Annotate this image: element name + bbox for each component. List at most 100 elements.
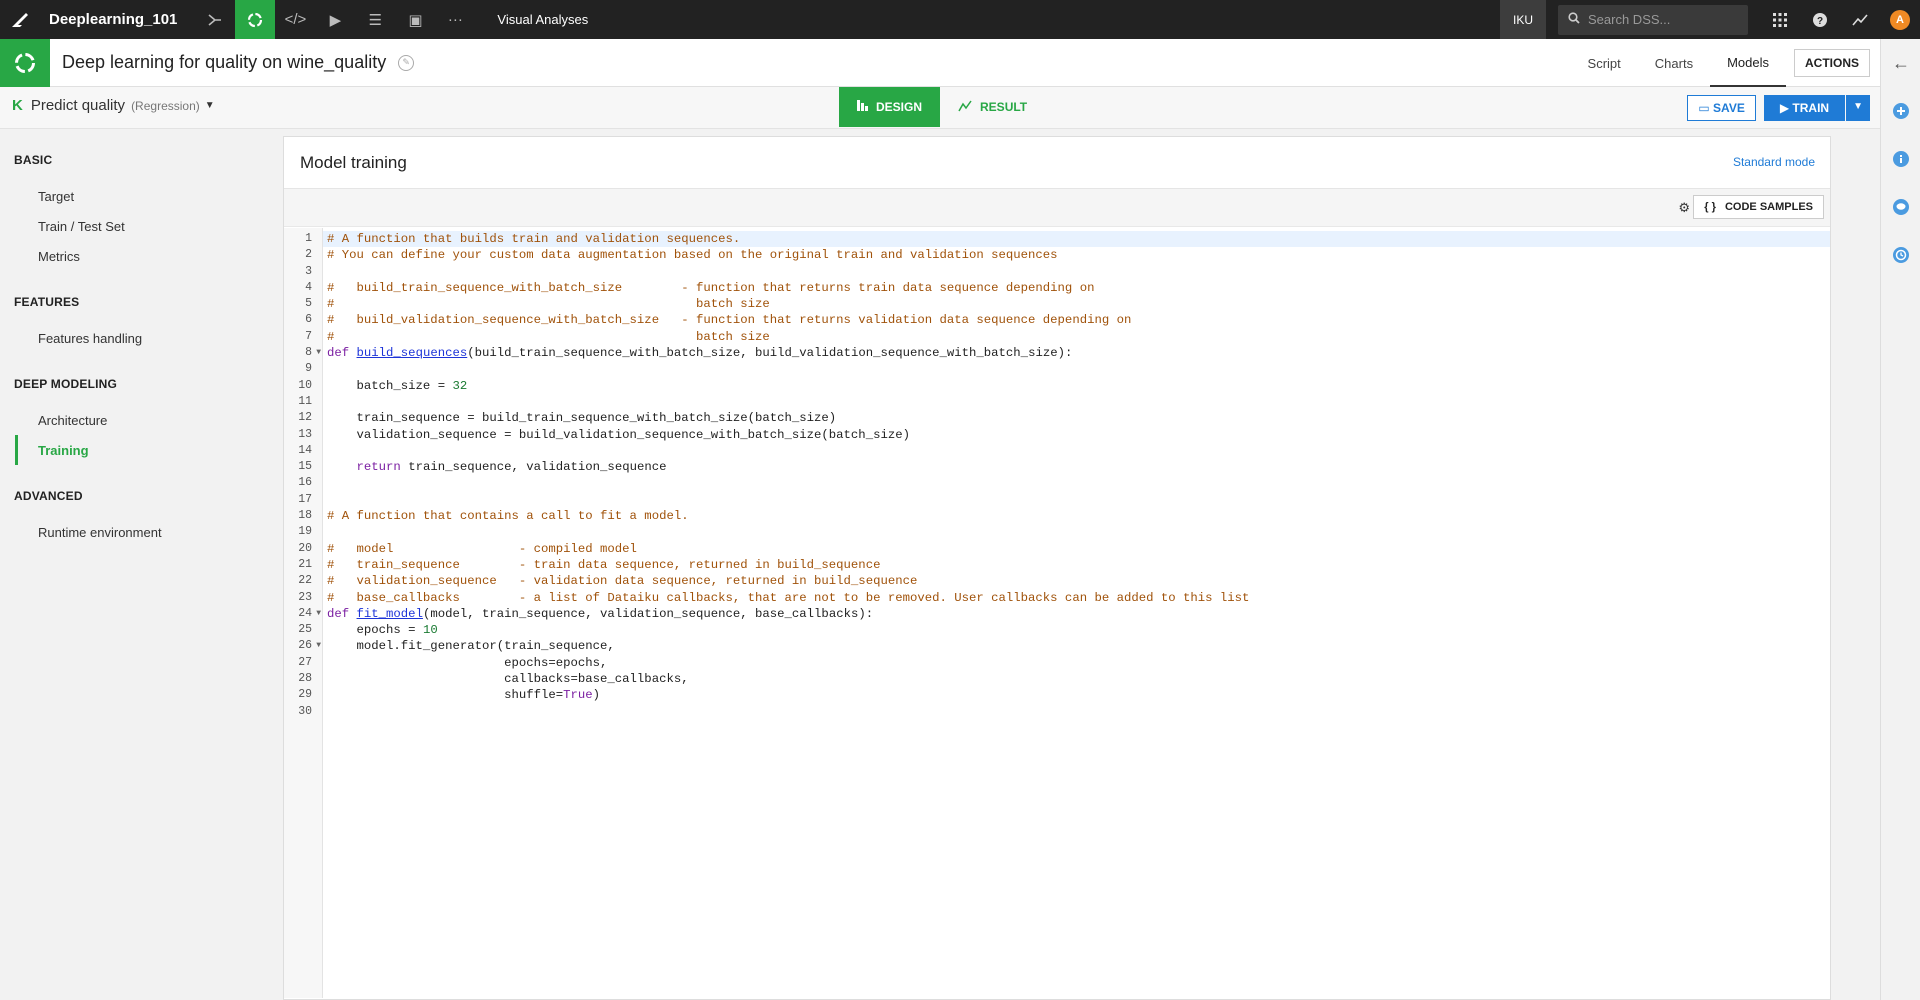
code-line[interactable]: train_sequence = build_train_sequence_wi… [323, 410, 1830, 426]
panel-title: Model training [300, 152, 407, 172]
sidebar-item-metrics[interactable]: Metrics [0, 241, 283, 271]
save-icon: ▭ [1698, 101, 1710, 115]
history-icon[interactable] [1881, 231, 1920, 279]
stack-icon[interactable]: ☰ [355, 0, 395, 39]
tab-result[interactable]: RESULT [940, 87, 1045, 127]
sidebar-item-train-test-set[interactable]: Train / Test Set [0, 211, 283, 241]
line-number: 24 ▼ [284, 606, 322, 622]
fold-arrow-icon[interactable]: ▼ [316, 345, 321, 361]
standard-mode-link[interactable]: Standard mode [1733, 155, 1815, 169]
discussion-icon[interactable] [1881, 183, 1920, 231]
tab-charts[interactable]: Charts [1638, 39, 1710, 87]
code-samples-button[interactable]: { } CODE SAMPLES [1693, 195, 1824, 219]
code-line[interactable]: model.fit_generator(train_sequence, [323, 638, 1830, 654]
sidebar-item-runtime-environment[interactable]: Runtime environment [0, 517, 283, 547]
instance-label[interactable]: IKU [1500, 0, 1546, 39]
line-number: 26 ▼ [284, 638, 322, 654]
code-line[interactable]: epochs=epochs, [323, 655, 1830, 671]
keras-icon: K [12, 97, 23, 114]
code-line[interactable]: # base_callbacks - a list of Dataiku cal… [323, 590, 1830, 606]
save-button[interactable]: ▭ SAVE [1687, 95, 1756, 121]
tab-script[interactable]: Script [1571, 39, 1638, 87]
dataiku-logo-icon[interactable] [0, 0, 39, 39]
code-line[interactable] [323, 524, 1830, 540]
chevron-down-icon: ▼ [204, 100, 215, 111]
code-line[interactable]: def build_sequences(build_train_sequence… [323, 345, 1830, 361]
gear-icon[interactable]: ⚙ [1678, 200, 1690, 216]
search-box[interactable] [1558, 4, 1748, 35]
train-dropdown-icon[interactable]: ▼ [1846, 95, 1870, 121]
tab-models[interactable]: Models [1710, 39, 1786, 87]
line-number: 10 [298, 378, 312, 392]
activity-icon[interactable] [1840, 0, 1880, 39]
code-line[interactable]: validation_sequence = build_validation_s… [323, 427, 1830, 443]
code-line[interactable] [323, 475, 1830, 491]
code-line[interactable]: # batch size [323, 329, 1830, 345]
code-line[interactable] [323, 361, 1830, 377]
train-button[interactable]: ▶ TRAIN [1763, 95, 1846, 121]
help-icon[interactable]: ? [1800, 0, 1840, 39]
code-line[interactable]: # A function that contains a call to fit… [323, 508, 1830, 524]
code-line[interactable]: shuffle=True) [323, 687, 1830, 703]
line-number: 9 [305, 362, 312, 376]
project-name[interactable]: Deeplearning_101 [39, 11, 195, 28]
code-line[interactable]: # A function that builds train and valid… [323, 231, 1830, 248]
code-line[interactable] [323, 264, 1830, 280]
code-line[interactable]: batch_size = 32 [323, 378, 1830, 394]
section-deep-modeling: DEEP MODELING [14, 377, 118, 391]
dashboard-icon[interactable]: ▣ [395, 0, 435, 39]
model-training-panel: Model training Standard mode ⚙ { } CODE … [283, 136, 1831, 1000]
line-number: 29 [298, 688, 312, 702]
sidebar-item-training[interactable]: Training [15, 435, 283, 465]
line-number: 17 [298, 492, 312, 506]
save-label: SAVE [1713, 101, 1745, 115]
code-line[interactable]: # validation_sequence - validation data … [323, 573, 1830, 589]
code-line[interactable]: # batch size [323, 296, 1830, 312]
code-line[interactable]: epochs = 10 [323, 622, 1830, 638]
code-line[interactable] [323, 394, 1830, 410]
plus-circle-icon[interactable] [1881, 87, 1920, 135]
user-menu[interactable]: A [1880, 0, 1920, 39]
line-number: 4 [305, 280, 312, 294]
code-line[interactable]: def fit_model(model, train_sequence, val… [323, 606, 1830, 622]
sidebar-item-features-handling[interactable]: Features handling [0, 323, 283, 353]
code-line[interactable]: # You can define your custom data augmen… [323, 247, 1830, 263]
flow-icon[interactable] [195, 0, 235, 39]
code-line[interactable]: # build_train_sequence_with_batch_size -… [323, 280, 1830, 296]
sidebar-item-target[interactable]: Target [0, 181, 283, 211]
right-rail: ← [1880, 39, 1920, 1000]
line-number: 28 [298, 672, 312, 686]
task-name: Predict quality [30, 97, 126, 114]
code-line[interactable]: # model - compiled model [323, 541, 1830, 557]
code-line[interactable]: callbacks=base_callbacks, [323, 671, 1830, 687]
line-number: 16 [298, 476, 312, 490]
code-line[interactable]: # train_sequence - train data sequence, … [323, 557, 1830, 573]
fold-arrow-icon[interactable]: ▼ [316, 638, 321, 654]
line-number: 12 [298, 411, 312, 425]
arrow-left-icon[interactable]: ← [1881, 39, 1920, 87]
info-icon[interactable] [1881, 135, 1920, 183]
code-content[interactable]: # A function that builds train and valid… [323, 228, 1830, 998]
code-editor[interactable]: 1 2 3 4 5 6 7 8 ▼ 9 10 11 12 13 14 15 16 17 18 19 20 21 22 23 24… [284, 228, 1830, 998]
code-line[interactable] [323, 704, 1830, 720]
code-line[interactable]: # build_validation_sequence_with_batch_s… [323, 312, 1830, 328]
tab-design[interactable]: DESIGN [839, 87, 941, 127]
line-number: 14 [298, 443, 312, 457]
line-number: 18 [298, 509, 312, 523]
run-icon[interactable]: ▶ [315, 0, 355, 39]
edit-title-icon[interactable]: ✎ [398, 54, 415, 71]
apps-grid-icon[interactable] [1760, 0, 1800, 39]
more-icon[interactable]: ··· [435, 0, 475, 39]
sidebar-item-architecture[interactable]: Architecture [0, 405, 283, 435]
actions-button[interactable]: ACTIONS [1794, 49, 1870, 77]
code-line[interactable] [323, 443, 1830, 459]
code-icon[interactable]: </> [275, 0, 315, 39]
search-input[interactable] [1588, 12, 1738, 27]
page-header: Deep learning for quality on wine_qualit… [0, 38, 1880, 87]
lab-icon[interactable] [235, 0, 276, 39]
braces-icon: { } [1704, 201, 1716, 213]
code-line[interactable] [323, 492, 1830, 508]
task-selector[interactable]: K Predict quality (Regression) ▼ [12, 97, 215, 114]
fold-arrow-icon[interactable]: ▼ [316, 606, 321, 622]
code-line[interactable]: return train_sequence, validation_sequen… [323, 459, 1830, 475]
